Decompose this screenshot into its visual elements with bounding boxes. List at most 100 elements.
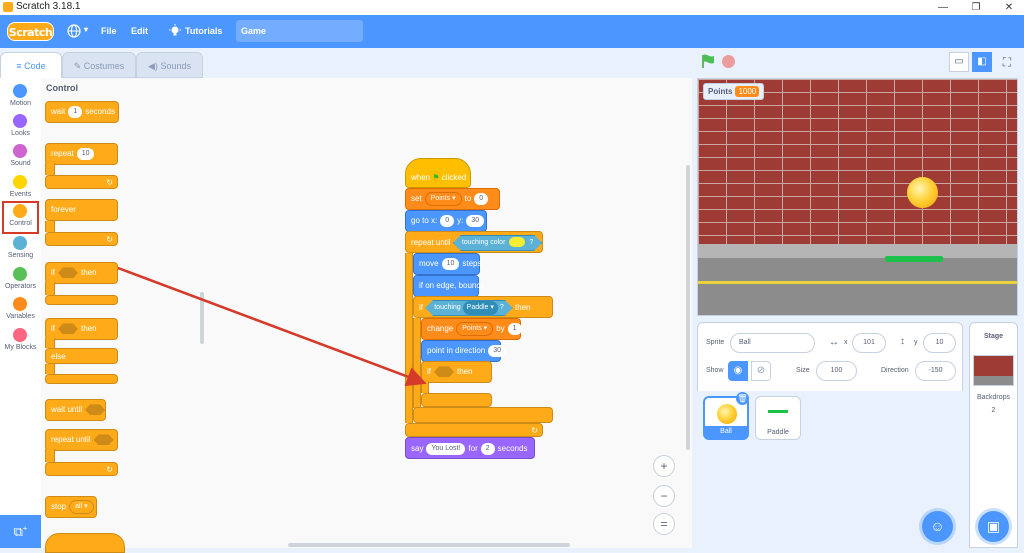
sprite-label: Sprite bbox=[706, 339, 725, 346]
direction-input[interactable]: -150 bbox=[915, 361, 956, 381]
tab-costumes[interactable]: ✎ Costumes bbox=[62, 52, 136, 78]
show-visible-button[interactable]: ◉ bbox=[728, 361, 748, 381]
boolean-slot[interactable] bbox=[58, 267, 78, 279]
boolean-slot[interactable] bbox=[93, 434, 114, 446]
menu-bar: Scratch ▾ File Edit Tutorials Game bbox=[0, 15, 1024, 48]
block-stop[interactable]: stop all ▾ bbox=[45, 496, 97, 518]
block-point-in-direction[interactable]: point in direction 30 bbox=[421, 340, 507, 362]
eye-off-icon: ⊘ bbox=[756, 365, 766, 376]
if-touching-c-arm bbox=[413, 318, 421, 408]
block-wait-until[interactable]: wait until bbox=[45, 399, 106, 421]
small-stage-button[interactable]: ▭ bbox=[949, 52, 969, 72]
block-repeat[interactable]: repeat 10 bbox=[45, 143, 118, 165]
block-hat-partial[interactable] bbox=[45, 533, 125, 553]
else-c-arm bbox=[45, 364, 55, 374]
category-motion[interactable]: Motion bbox=[0, 82, 41, 113]
eye-icon: ◉ bbox=[733, 365, 743, 376]
tutorials-menu[interactable]: Tutorials bbox=[185, 24, 222, 38]
sprite-thumb-paddle[interactable]: Paddle bbox=[755, 396, 801, 440]
zoom-out-icon: − bbox=[660, 489, 668, 503]
looks-dot-icon bbox=[13, 114, 27, 128]
touching-sprite-condition[interactable]: touching Paddle ▾ ? bbox=[425, 300, 513, 316]
file-menu[interactable]: File bbox=[101, 24, 117, 38]
touching-color-condition[interactable]: touching color ? bbox=[453, 235, 542, 251]
ball-sprite[interactable] bbox=[907, 177, 938, 208]
category-variables[interactable]: Variables bbox=[0, 295, 41, 326]
close-button[interactable]: ✕ bbox=[994, 0, 1024, 15]
fullscreen-icon[interactable]: ⛶ bbox=[997, 52, 1017, 72]
block-when-flag-clicked[interactable]: when ⚑ clicked bbox=[405, 158, 471, 188]
tab-code[interactable]: ≡ Code bbox=[0, 52, 62, 78]
stop-icon[interactable] bbox=[722, 55, 735, 68]
stage-canvas[interactable]: Points 1000 bbox=[697, 78, 1018, 316]
block-set-variable[interactable]: set Points ▾ to 0 bbox=[405, 188, 500, 210]
palette-title: Control bbox=[46, 83, 78, 93]
color-swatch[interactable] bbox=[509, 237, 525, 247]
x-input[interactable]: 101 bbox=[852, 333, 886, 353]
category-my-blocks[interactable]: My Blocks bbox=[0, 326, 41, 357]
block-if-touching[interactable]: if touching Paddle ▾ ? then bbox=[413, 296, 553, 318]
boolean-slot[interactable] bbox=[58, 323, 78, 335]
category-sensing[interactable]: Sensing bbox=[0, 234, 41, 265]
choose-backdrop-button[interactable]: ▣ bbox=[978, 511, 1009, 542]
backdrops-count: 2 bbox=[991, 407, 996, 414]
if-else-c-arm bbox=[45, 338, 55, 348]
choose-sprite-button[interactable]: ☺ bbox=[922, 511, 953, 542]
tab-sounds[interactable]: ◀) Sounds bbox=[136, 52, 203, 78]
script-vertical-scrollbar[interactable] bbox=[686, 165, 690, 450]
y-input[interactable]: 10 bbox=[923, 333, 956, 353]
globe-icon[interactable] bbox=[67, 24, 81, 38]
cat-plus-icon: ☺ bbox=[930, 518, 945, 534]
block-repeat-until[interactable]: repeat until touching color ? bbox=[405, 231, 543, 253]
zoom-out-button[interactable]: − bbox=[653, 485, 675, 507]
backdrop-thumbnail bbox=[973, 355, 1014, 386]
scratch-logo[interactable]: Scratch bbox=[7, 22, 54, 41]
category-control[interactable]: Control bbox=[2, 201, 39, 234]
green-flag-icon[interactable] bbox=[700, 53, 716, 69]
motion-dot-icon bbox=[13, 84, 27, 98]
paddle-sprite[interactable] bbox=[885, 256, 943, 262]
my-blocks-dot-icon bbox=[13, 328, 27, 342]
zoom-reset-button[interactable]: = bbox=[653, 513, 675, 535]
palette-scrollbar[interactable] bbox=[200, 292, 204, 344]
project-title-input[interactable]: Game bbox=[236, 20, 363, 42]
window-title: Scratch 3.18.1 bbox=[16, 1, 81, 12]
block-if-then[interactable]: if then bbox=[45, 262, 118, 284]
block-wait[interactable]: wait 1 seconds bbox=[45, 101, 119, 123]
edit-menu[interactable]: Edit bbox=[131, 24, 148, 38]
block-say-for-seconds[interactable]: say You Lost! for 2 seconds bbox=[405, 437, 535, 459]
size-input[interactable]: 100 bbox=[816, 361, 857, 381]
block-if-else[interactable]: if then bbox=[45, 318, 118, 340]
block-if-on-edge-bounce[interactable]: if on edge, bounce bbox=[413, 275, 485, 297]
inner-if-c-foot bbox=[421, 393, 492, 407]
chevron-down-icon[interactable]: ▾ bbox=[84, 23, 88, 37]
zoom-in-button[interactable]: + bbox=[653, 455, 675, 477]
show-hidden-button[interactable]: ⊘ bbox=[751, 361, 771, 381]
add-extension-button[interactable]: ⧉⁺ bbox=[0, 515, 41, 548]
boolean-slot[interactable] bbox=[434, 366, 454, 378]
large-stage-button[interactable]: ◧ bbox=[972, 52, 992, 72]
category-sound[interactable]: Sound bbox=[0, 142, 41, 173]
points-monitor[interactable]: Points 1000 bbox=[703, 83, 765, 100]
repeat-c-arm bbox=[45, 163, 55, 175]
delete-sprite-button[interactable]: 🗑 bbox=[736, 392, 749, 405]
script-horizontal-scrollbar[interactable] bbox=[288, 543, 570, 547]
block-move-steps[interactable]: move 10 steps bbox=[413, 253, 481, 275]
block-change-variable[interactable]: change Points ▾ by 1 bbox=[421, 318, 522, 340]
maximize-button[interactable]: ❐ bbox=[961, 0, 991, 15]
block-repeat-until[interactable]: repeat until bbox=[45, 429, 118, 451]
zoom-reset-icon: = bbox=[660, 517, 668, 531]
block-forever[interactable]: forever bbox=[45, 199, 118, 221]
block-go-to-xy[interactable]: go to x: 0 y: 30 bbox=[405, 210, 487, 232]
category-events[interactable]: Events bbox=[0, 173, 41, 204]
loop-arrow-icon: ↻ bbox=[106, 235, 113, 244]
boolean-slot[interactable] bbox=[85, 404, 106, 416]
category-operators[interactable]: Operators bbox=[0, 265, 41, 296]
stage-pane-title: Stage bbox=[983, 333, 1004, 340]
green-flag-icon: ⚑ bbox=[432, 173, 440, 182]
block-inner-if-then[interactable]: if then bbox=[421, 361, 492, 383]
loop-arrow-icon: ↻ bbox=[531, 426, 538, 435]
minimize-button[interactable]: — bbox=[928, 0, 958, 15]
sprite-name-input[interactable]: Ball bbox=[730, 333, 815, 353]
category-looks[interactable]: Looks bbox=[0, 112, 41, 143]
